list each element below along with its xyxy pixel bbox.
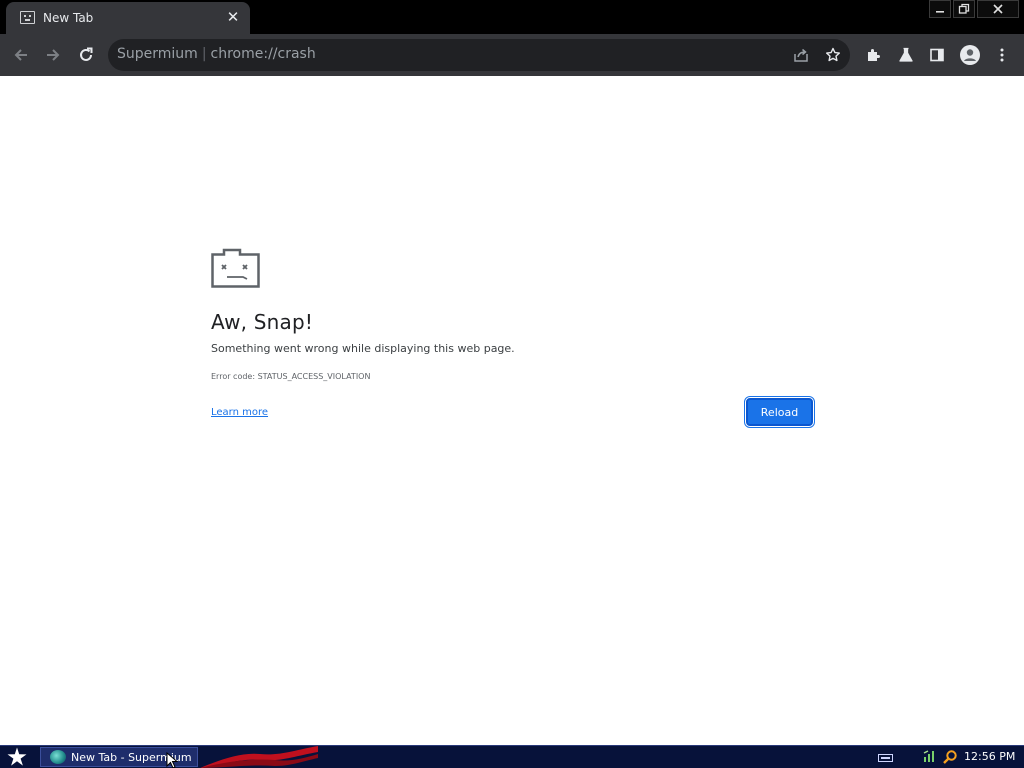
side-panel-button[interactable] — [924, 42, 950, 68]
omnibox-text[interactable]: Supermium | chrome://crash — [117, 46, 316, 62]
taskbar-clock[interactable]: 12:56 PM — [964, 750, 1015, 763]
sad-tab-favicon-icon — [20, 11, 35, 24]
star-icon — [826, 47, 840, 62]
tab-new-tab[interactable]: New Tab ✕ — [6, 2, 250, 34]
flask-icon — [899, 47, 913, 62]
omnibox-url: chrome://crash — [210, 46, 316, 62]
menu-button[interactable] — [989, 42, 1015, 68]
tab-close-icon[interactable]: ✕ — [224, 8, 242, 26]
wallpaper-flag-graphic — [200, 746, 318, 768]
page-title: Aw, Snap! — [211, 310, 314, 334]
share-icon — [794, 48, 808, 62]
back-arrow-icon — [14, 49, 27, 61]
taskbar: New Tab - Supermium 12:56 PM — [0, 745, 1024, 768]
window-close-button[interactable] — [977, 0, 1019, 18]
kebab-menu-icon — [1000, 48, 1004, 62]
omnibox-site-name: Supermium — [117, 46, 198, 62]
profile-icon — [960, 45, 980, 65]
window-minimize-button[interactable] — [929, 0, 951, 18]
close-icon — [993, 4, 1003, 14]
omnibox-separator: | — [201, 46, 207, 62]
reload-button[interactable] — [73, 42, 99, 68]
search-tray-icon[interactable] — [942, 749, 958, 765]
window-restore-button[interactable] — [953, 0, 975, 18]
labs-button[interactable] — [893, 42, 919, 68]
sad-tab-icon — [211, 248, 260, 288]
error-message: Something went wrong while displaying th… — [211, 342, 515, 355]
back-button[interactable] — [8, 42, 34, 68]
start-star-icon — [7, 747, 27, 766]
reload-icon — [80, 47, 93, 61]
mouse-cursor-icon — [166, 752, 178, 768]
screen: New Tab ✕ Supermium | chrome://crash Aw,… — [0, 0, 1024, 768]
learn-more-link[interactable]: Learn more — [211, 407, 268, 418]
keyboard-tray-icon[interactable] — [878, 754, 893, 762]
side-panel-icon — [930, 48, 944, 62]
page-content: Aw, Snap! Something went wrong while dis… — [0, 76, 1024, 745]
profile-button[interactable] — [957, 42, 983, 68]
puzzle-icon — [868, 49, 880, 61]
reload-page-button[interactable]: Reload — [744, 396, 815, 428]
forward-arrow-icon — [47, 49, 60, 61]
restore-icon — [958, 3, 970, 14]
forward-button[interactable] — [40, 42, 66, 68]
network-tray-icon[interactable] — [922, 749, 938, 765]
minimize-icon — [936, 11, 944, 13]
omnibox[interactable]: Supermium | chrome://crash — [108, 39, 850, 71]
extensions-button[interactable] — [861, 42, 887, 68]
error-code: Error code: STATUS_ACCESS_VIOLATION — [211, 372, 371, 381]
supermium-app-icon — [50, 750, 66, 764]
tab-title: New Tab — [43, 11, 94, 25]
start-button[interactable] — [4, 747, 30, 767]
share-button[interactable] — [791, 45, 811, 65]
tab-strip: New Tab ✕ — [0, 0, 1024, 34]
bookmark-button[interactable] — [823, 45, 843, 65]
browser-toolbar: Supermium | chrome://crash — [0, 34, 1024, 76]
